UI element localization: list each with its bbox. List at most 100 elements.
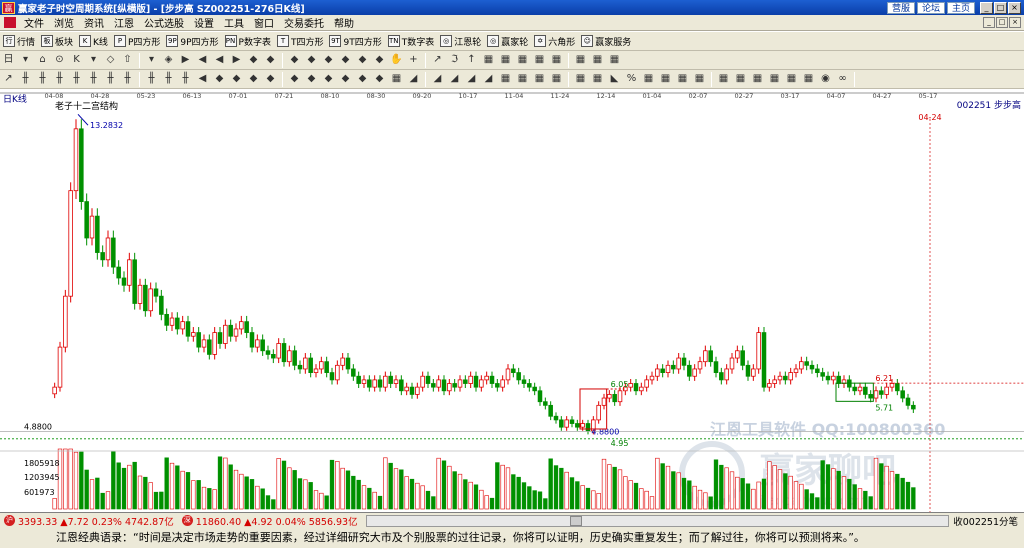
toolbar1-button[interactable]: P P四方形 xyxy=(111,33,163,49)
tool-icon[interactable]: ◆ xyxy=(246,72,261,86)
sz-index[interactable]: 深 11860.40 ▲4.92 0.04% 5856.93亿 xyxy=(178,514,362,528)
menu-file[interactable]: 文件 xyxy=(19,15,49,30)
tool-icon[interactable]: ◢ xyxy=(406,72,421,86)
tool-icon[interactable]: ▦ xyxy=(692,72,707,86)
tool-icon[interactable]: ◆ xyxy=(287,72,302,86)
toolbar1-button[interactable]: TN T数字表 xyxy=(385,33,438,49)
toolbar1-button[interactable]: PN P数字表 xyxy=(222,33,274,49)
tool-icon[interactable]: ╫ xyxy=(86,72,101,86)
tool-icon[interactable]: ◀ xyxy=(195,72,210,86)
doc-icon[interactable] xyxy=(4,17,16,28)
maximize-button[interactable]: □ xyxy=(994,1,1007,14)
tool-icon[interactable]: ◣ xyxy=(607,72,622,86)
tool-icon[interactable]: ◆ xyxy=(355,53,370,67)
tool-icon[interactable]: ▦ xyxy=(801,72,816,86)
tool-icon[interactable]: ◆ xyxy=(304,53,319,67)
tool-icon[interactable]: ◆ xyxy=(372,53,387,67)
link-forum[interactable]: 论坛 xyxy=(916,1,945,14)
tool-icon[interactable]: ◆ xyxy=(321,53,336,67)
tool-icon[interactable]: 日 xyxy=(1,53,16,67)
tool-icon[interactable]: ╫ xyxy=(103,72,118,86)
tool-icon[interactable]: ╫ xyxy=(178,72,193,86)
tool-icon[interactable]: ▦ xyxy=(481,53,496,67)
tool-icon[interactable]: ◆ xyxy=(321,72,336,86)
menu-info[interactable]: 资讯 xyxy=(79,15,109,30)
tool-icon[interactable]: ▦ xyxy=(658,72,673,86)
toolbar1-button[interactable]: ◎ 赢家轮 xyxy=(484,33,531,49)
tool-icon[interactable]: ▦ xyxy=(675,72,690,86)
tool-icon[interactable]: ╫ xyxy=(120,72,135,86)
tool-icon[interactable]: ▦ xyxy=(716,72,731,86)
tool-icon[interactable]: ╫ xyxy=(52,72,67,86)
menu-help[interactable]: 帮助 xyxy=(329,15,359,30)
tool-icon[interactable]: ◆ xyxy=(338,53,353,67)
tool-icon[interactable]: ◈ xyxy=(161,53,176,67)
tool-icon[interactable]: ∞ xyxy=(835,72,850,86)
menu-tools[interactable]: 工具 xyxy=(219,15,249,30)
tool-icon[interactable]: ◆ xyxy=(246,53,261,67)
tool-icon[interactable]: ◆ xyxy=(304,72,319,86)
toolbar1-button[interactable]: 9P 9P四方形 xyxy=(163,33,221,49)
menu-browse[interactable]: 浏览 xyxy=(49,15,79,30)
status-scrollbar[interactable] xyxy=(365,514,950,527)
tool-icon[interactable]: ◢ xyxy=(447,72,462,86)
tool-icon[interactable]: ▦ xyxy=(784,72,799,86)
tool-icon[interactable]: ╫ xyxy=(69,72,84,86)
tool-icon[interactable]: ▦ xyxy=(532,72,547,86)
tool-icon[interactable]: ▦ xyxy=(549,53,564,67)
menu-settings[interactable]: 设置 xyxy=(189,15,219,30)
link-service[interactable]: 营服 xyxy=(886,1,915,14)
tool-icon[interactable]: ▦ xyxy=(767,72,782,86)
link-home[interactable]: 主页 xyxy=(946,1,975,14)
close-button[interactable]: × xyxy=(1008,1,1021,14)
tool-icon[interactable]: ▦ xyxy=(389,72,404,86)
tool-icon[interactable]: K xyxy=(69,53,84,67)
tool-icon[interactable]: ▦ xyxy=(733,72,748,86)
tool-icon[interactable]: ◆ xyxy=(263,72,278,86)
tool-icon[interactable]: ╫ xyxy=(18,72,33,86)
tool-icon[interactable]: ⊙ xyxy=(52,53,67,67)
tool-icon[interactable]: ◢ xyxy=(430,72,445,86)
tool-icon[interactable]: ▦ xyxy=(573,53,588,67)
tool-icon[interactable]: ▦ xyxy=(549,72,564,86)
tool-icon[interactable]: ▦ xyxy=(498,72,513,86)
tool-icon[interactable]: ◆ xyxy=(355,72,370,86)
toolbar1-button[interactable]: K K线 xyxy=(76,33,111,49)
tool-icon[interactable]: ℑ xyxy=(447,53,462,67)
tool-icon[interactable]: ▦ xyxy=(515,72,530,86)
toolbar1-button[interactable]: 板板块 xyxy=(38,33,76,49)
tool-icon[interactable]: ▶ xyxy=(229,53,244,67)
tool-icon[interactable]: ◉ xyxy=(818,72,833,86)
tool-icon[interactable]: ◆ xyxy=(263,53,278,67)
tool-icon[interactable]: ▦ xyxy=(750,72,765,86)
tool-icon[interactable]: ▾ xyxy=(18,53,33,67)
tool-icon[interactable]: ▦ xyxy=(532,53,547,67)
toolbar1-button[interactable]: 行行情 xyxy=(0,33,38,49)
tool-icon[interactable]: ▦ xyxy=(573,72,588,86)
mdi-close-button[interactable]: × xyxy=(1009,17,1021,28)
tool-icon[interactable]: ↗ xyxy=(1,72,16,86)
menu-trade[interactable]: 交易委托 xyxy=(279,15,329,30)
minimize-button[interactable]: _ xyxy=(980,1,993,14)
scroll-thumb[interactable] xyxy=(570,515,583,526)
tool-icon[interactable]: ◀ xyxy=(212,53,227,67)
tool-icon[interactable]: ▾ xyxy=(144,53,159,67)
mdi-minimize-button[interactable]: _ xyxy=(983,17,995,28)
kline-chart[interactable]: 04-08 04-28 05-23 06-13 07-01 07-21 08-10 08-30… xyxy=(0,89,1024,512)
tool-icon[interactable]: ▦ xyxy=(607,53,622,67)
tool-icon[interactable]: ◀ xyxy=(195,53,210,67)
tool-icon[interactable]: ↑ xyxy=(464,53,479,67)
tool-icon[interactable]: ⌂ xyxy=(35,53,50,67)
sh-index[interactable]: 沪 3393.33 ▲7.72 0.23% 4742.87亿 xyxy=(0,514,178,528)
tool-icon[interactable]: ◆ xyxy=(229,72,244,86)
tool-icon[interactable]: ◇ xyxy=(103,53,118,67)
tool-icon[interactable]: ◆ xyxy=(287,53,302,67)
tool-icon[interactable]: ↗ xyxy=(430,53,445,67)
tool-icon[interactable]: ◆ xyxy=(212,72,227,86)
tool-icon[interactable]: ◢ xyxy=(481,72,496,86)
toolbar1-button[interactable]: ✡ 六角形 xyxy=(531,33,578,49)
tool-icon[interactable]: ╫ xyxy=(161,72,176,86)
chart-canvas[interactable]: 04-08 04-28 05-23 06-13 07-01 07-21 08-10 08-30… xyxy=(0,89,1024,512)
menu-formula[interactable]: 公式选股 xyxy=(139,15,189,30)
tool-icon[interactable]: ▾ xyxy=(86,53,101,67)
